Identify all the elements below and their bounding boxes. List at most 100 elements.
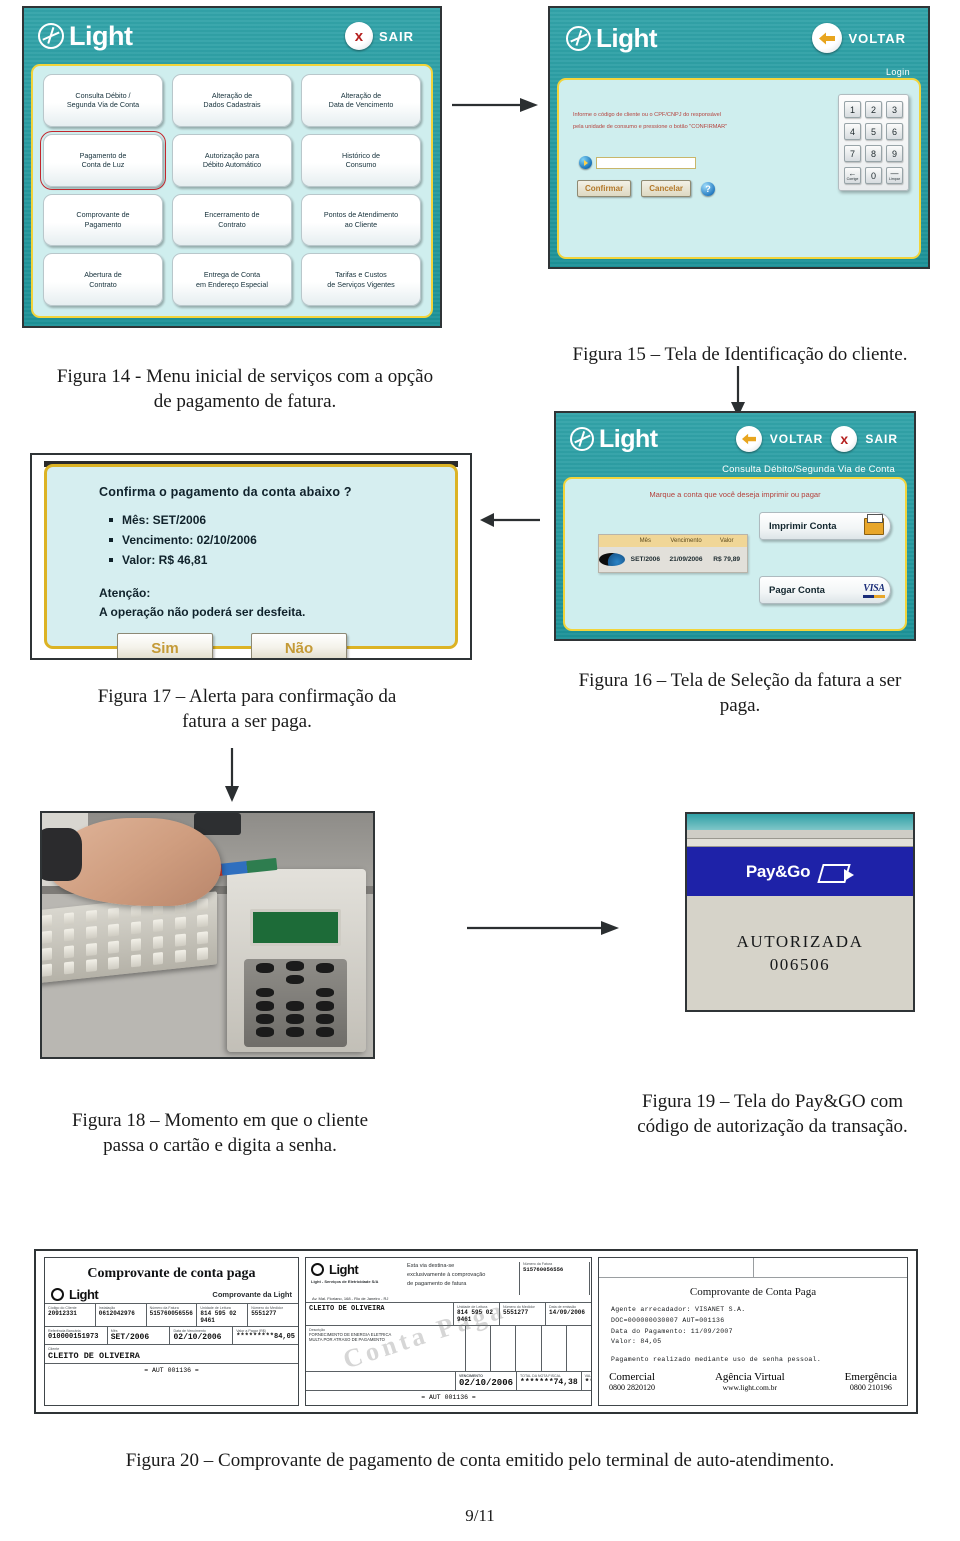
login-input-row [579, 156, 696, 169]
receipt-left-client: Cliente CLEITO DE OLIVEIRA [45, 1344, 298, 1364]
field-value: 515760056556 [149, 1310, 193, 1317]
menu-item-abertura-contrato[interactable]: Abertura de Contrato [43, 253, 163, 306]
receipt-middle-clientrow: CLEITO DE OLIVEIRA Unidade de Leitura 81… [306, 1302, 591, 1325]
kiosk-screen-menu: Light x SAIR Consulta Débito / Segunda Vi… [24, 8, 440, 326]
bill-table: Mês Vencimento Valor SET/2006 21/09/2006… [598, 534, 748, 573]
field-numero-fatura: Número da Fatura 515760056556 [147, 1304, 198, 1326]
no-button[interactable]: Não [251, 633, 347, 658]
back-label: VOLTAR [769, 432, 824, 446]
kiosk-screen-bill-selection: Light VOLTAR x SAIR Consulta Débito/Segu… [556, 413, 914, 639]
menu-item-entrega-conta[interactable]: Entrega de Conta em Endereço Especial [172, 253, 292, 306]
figure-14-screenshot: Light x SAIR Consulta Débito / Segunda Vi… [22, 6, 442, 328]
receipt-middle-bancaria: Referência Bancária 010000151973 Instala… [589, 1262, 591, 1295]
kiosk-header: Light VOLTAR [550, 8, 928, 64]
cancel-button[interactable]: Cancelar [641, 180, 692, 197]
key-6[interactable]: 6 [886, 123, 903, 140]
bill-radio[interactable] [599, 553, 625, 566]
menu-item-historico-consumo[interactable]: Histórico de Consumo [301, 133, 421, 187]
field-value: 5551277 [503, 1309, 529, 1316]
exit-button[interactable]: x [344, 22, 373, 50]
field-value: 02/10/2006 [173, 1333, 222, 1342]
menu-item-consulta-debito[interactable]: Consulta Débito / Segunda Via de Conta [43, 74, 163, 127]
field-instalacao: Instalação 0612042976 [96, 1304, 147, 1326]
footer-emergencia: Emergência 0800 210196 [845, 1371, 897, 1392]
arrow-right-fig18-fig19 [465, 918, 620, 938]
menu-item-pontos-atendimento[interactable]: Pontos de Atendimento ao Cliente [301, 193, 421, 247]
numeric-keypad: 1 2 3 4 5 6 7 8 9 ← Corrige 0 — Limpar [838, 94, 909, 191]
key-9[interactable]: 9 [886, 145, 903, 162]
receipt-middle-top: Light Light - Serviços de Eletricidade S… [306, 1258, 591, 1295]
receipt-right-headcell-1 [599, 1258, 754, 1277]
arrow-left-icon [741, 433, 756, 445]
receipt-right-headcell-2 [754, 1258, 908, 1277]
menu-item-comprovante-pagamento[interactable]: Comprovante de Pagamento [43, 193, 163, 247]
menu-item-pagamento-conta-luz[interactable]: Pagamento de Conta de Luz [40, 130, 166, 190]
light-logo: Light [38, 21, 133, 52]
table-row[interactable]: SET/2006 21/09/2006 R$ 79,89 [599, 547, 747, 572]
login-instruction-line2: pela unidade de consumo e pressione o bo… [573, 123, 728, 130]
field-medidor: Número do Medidor 5551277 [500, 1303, 546, 1325]
arrow-left-icon [819, 32, 836, 44]
confirm-button[interactable]: Confirmar [577, 180, 632, 197]
cell-mes: SET/2006 [630, 556, 660, 563]
key-clear-label: Limpar [889, 177, 900, 182]
caption-figure-18-line1: Figura 18 – Momento em que o cliente [71, 1110, 369, 1131]
key-clear[interactable]: — Limpar [886, 167, 903, 184]
menu-item-tarifas-custos[interactable]: Tarifas e Custos de Serviços Vigentes [301, 253, 421, 306]
menu-item-debito-automatico[interactable]: Autorização para Débito Automático [172, 133, 292, 187]
receipt-right-header [599, 1258, 907, 1278]
arrow-left-fig16-fig17 [480, 510, 542, 530]
help-icon[interactable]: ? [701, 181, 716, 196]
services-menu-grid: Consulta Débito / Segunda Via de Conta Al… [40, 74, 421, 306]
caption-figure-14-line1: Figura 14 - Menu inicial de serviços com… [56, 366, 434, 387]
print-bill-button[interactable]: Imprimir Conta [759, 512, 891, 540]
receipt-left-aut: = AUT 001136 = [144, 1367, 199, 1374]
field-valor-pagar: VALOR A PAGAR (R$) *******84,05 [582, 1372, 591, 1390]
light-logo: Light [51, 1287, 99, 1302]
caption-figure-14-line2: de pagamento de fatura. [153, 391, 337, 413]
receipt-right-note: Pagamento realizado mediante uso de senh… [611, 1356, 822, 1364]
login-instruction-line1: Informe o código de cliente ou o CPF/CNP… [573, 112, 722, 118]
alert-warning: Atenção: A operação não poderá ser desfe… [99, 584, 305, 621]
light-bolt-icon [570, 427, 594, 451]
field-descricao: Descrição FORNECIMENTO DE ENERGIA ELETRI… [306, 1326, 466, 1371]
back-label: VOLTAR [848, 30, 906, 46]
menu-item-encerramento-contrato[interactable]: Encerramento de Contrato [172, 193, 292, 247]
menu-item-alteracao-vencimento[interactable]: Alteração de Data de Vencimento [301, 74, 421, 127]
menu-item-alteracao-dados[interactable]: Alteração de Dados Cadastrais [172, 74, 292, 127]
back-button[interactable] [735, 426, 762, 452]
key-8[interactable]: 8 [865, 145, 882, 162]
key-2[interactable]: 2 [865, 101, 882, 118]
key-1[interactable]: 1 [844, 101, 861, 118]
key-7[interactable]: 7 [844, 145, 861, 162]
caption-figure-17: Figura 17 – Alerta para confirmação da f… [22, 684, 472, 734]
menu-item-label: Consulta Débito / Segunda Via de Conta [66, 90, 140, 110]
receipt-left-brandrow: Light Comprovante da Light [45, 1284, 298, 1303]
field-value: 14/09/2006 [549, 1309, 586, 1316]
printer-icon [863, 514, 885, 537]
key-backspace[interactable]: ← Corrige [844, 167, 861, 184]
receipt-middle-aut: = AUT 001136 = [306, 1390, 591, 1404]
footer-title: Agência Virtual [714, 1371, 785, 1384]
pay-bill-button[interactable]: Pagar Conta VISA [759, 576, 891, 604]
client-code-input[interactable] [596, 156, 696, 169]
field-referencia-bancaria: Referência Bancária 010000151973 [45, 1327, 108, 1344]
yes-button[interactable]: Sim [117, 633, 213, 658]
key-4[interactable]: 4 [844, 123, 861, 140]
exit-button[interactable]: x [831, 426, 858, 452]
menu-item-label: Autorização para Débito Automático [202, 150, 262, 170]
desc-col-3 [491, 1326, 517, 1371]
field-data-vencimento: Data de Vencimento 02/10/2006 [170, 1327, 234, 1344]
page-number: 9/11 [465, 1506, 495, 1525]
alert-item-mes: Mês: SET/2006 [109, 511, 257, 531]
exit-label: SAIR [865, 432, 898, 446]
login-button-row: Confirmar Cancelar ? [577, 180, 716, 197]
back-button[interactable] [812, 23, 843, 53]
arrow-right-fig14-fig15 [450, 95, 540, 115]
key-0[interactable]: 0 [865, 167, 882, 184]
paygo-menubar [687, 829, 913, 840]
field-value: 0612042976 [98, 1310, 135, 1317]
alert-item-valor: Valor: R$ 46,81 [109, 551, 257, 571]
key-3[interactable]: 3 [886, 101, 903, 118]
key-5[interactable]: 5 [865, 123, 882, 140]
